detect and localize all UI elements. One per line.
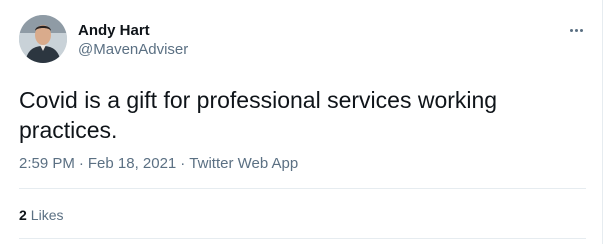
more-dot <box>574 28 578 32</box>
author-handle[interactable]: @MavenAdviser <box>78 41 188 59</box>
likes-stat[interactable]: 2 Likes <box>19 206 63 224</box>
tweet-text: Covid is a gift for professional service… <box>19 87 498 143</box>
tweet-date[interactable]: Feb 18, 2021 <box>88 155 176 172</box>
avatar-image <box>19 15 67 63</box>
likes-label: Likes <box>30 207 64 223</box>
divider <box>19 188 586 189</box>
meta-separator: · <box>180 155 186 172</box>
more-options-icon[interactable] <box>566 20 586 40</box>
tweet-time[interactable]: 2:59 PM <box>19 155 75 172</box>
tweet-card: Andy Hart @MavenAdviser Covid is a gift … <box>0 0 615 244</box>
divider-bottom <box>19 238 586 239</box>
author-name[interactable]: Andy Hart <box>78 22 150 40</box>
avatar[interactable] <box>19 15 67 63</box>
card-border <box>602 0 603 244</box>
more-dot <box>579 28 583 32</box>
tweet-metadata: 2:59 PM · Feb 18, 2021 · Twitter Web App <box>19 155 298 173</box>
more-dot <box>569 28 573 32</box>
tweet-source[interactable]: Twitter Web App <box>189 155 298 172</box>
likes-count: 2 <box>19 207 27 223</box>
meta-separator: · <box>78 155 84 172</box>
